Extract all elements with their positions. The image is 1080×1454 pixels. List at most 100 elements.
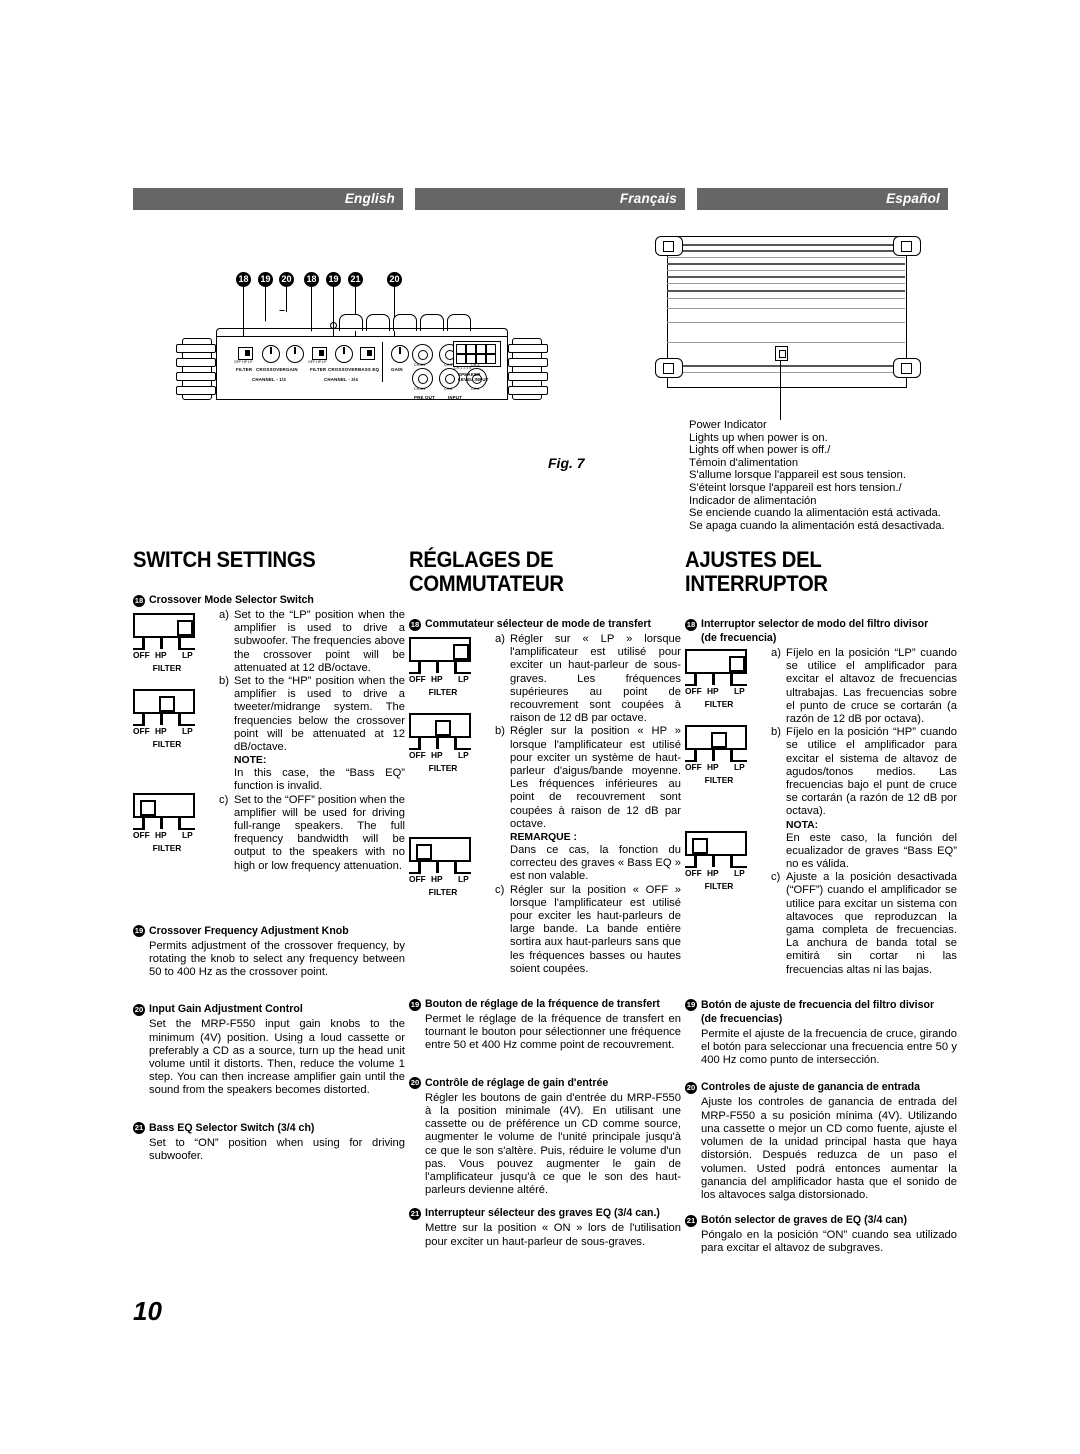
switch-label-hp: HP bbox=[707, 686, 719, 696]
crossover-knob-ch12[interactable] bbox=[262, 345, 280, 363]
switch-figure-lp-english: OFF HP LP FILTER bbox=[133, 613, 211, 673]
label-channel-34: CHANNEL - 3/4 bbox=[324, 377, 358, 382]
item-19-english: 19 Crossover Frequency Adjustment Knob P… bbox=[133, 925, 405, 980]
label-bass-eq: BASS EQ bbox=[358, 367, 380, 372]
switch-label-off: OFF bbox=[685, 762, 702, 772]
label-filter-positions-ch34: OFF HP LP bbox=[308, 360, 327, 364]
label-pre-out: PRE OUT bbox=[414, 395, 435, 400]
language-tab-espanol: Español bbox=[697, 188, 948, 210]
bullet-a-francais: a) Régler sur « LP » lorsque l'amplifica… bbox=[495, 633, 681, 725]
switch-figure-stack-espanol: OFF HP LP FILTER OFF HP LP FILTER OFF HP… bbox=[685, 647, 769, 893]
crossover-knob-ch34[interactable] bbox=[335, 345, 353, 363]
switch-label-hp: HP bbox=[431, 674, 443, 684]
bullet-b-english: b) Set to the “HP” position when the amp… bbox=[219, 675, 405, 754]
label-jack-ch3: CH-3 bbox=[471, 363, 480, 367]
gain-knob-ch12[interactable] bbox=[286, 345, 304, 363]
column-espanol: AJUSTES DEL INTERRUPTOR 18 Interruptor s… bbox=[685, 548, 957, 1260]
item-18-espanol: 18 Interruptor selector de modo del filt… bbox=[685, 618, 957, 977]
item-21-heading-espanol: 21 Botón selector de graves de EQ (3/4 c… bbox=[685, 1214, 908, 1227]
rca-jack-ch34-preout-top[interactable] bbox=[412, 344, 433, 365]
switch-figure-off-francais: OFF HP LP FILTER bbox=[409, 837, 487, 897]
note-label-espanol: NOTA: bbox=[786, 819, 819, 831]
callout-19-a: 19 bbox=[258, 272, 273, 287]
label-jack-ch2: CH-2 bbox=[444, 387, 453, 391]
item-18-subheading-espanol: (de frecuencia) bbox=[701, 632, 777, 644]
item-19-heading-english: 19 Crossover Frequency Adjustment Knob bbox=[133, 924, 349, 938]
item-20-heading-english: 20 Input Gain Adjustment Control bbox=[133, 1003, 303, 1016]
switch-figure-lp-espanol: OFF HP LP FILTER bbox=[685, 649, 763, 709]
column-francais: RÉGLAGES DE COMMUTATEUR 18 Commutateur s… bbox=[409, 548, 681, 1253]
switch-label-off: OFF bbox=[409, 674, 426, 684]
bullet-c-espanol: c) Ajuste a la posición desactivada (“OF… bbox=[771, 871, 957, 976]
mount-foot-bottom-right bbox=[893, 358, 921, 378]
power-indicator-leader-line bbox=[780, 360, 782, 420]
item-20-english: 20 Input Gain Adjustment Control Set the… bbox=[133, 1003, 405, 1097]
item-number-badge: 19 bbox=[409, 998, 421, 1011]
item-number-badge: 20 bbox=[409, 1077, 421, 1090]
switch-label-lp: LP bbox=[458, 874, 469, 884]
switch-figure-stack-francais: OFF HP LP FILTER OFF HP LP FILTER OFF HP… bbox=[409, 633, 493, 899]
switch-label-filter: FILTER bbox=[704, 775, 734, 785]
filter-switch-ch12[interactable] bbox=[238, 347, 253, 360]
switch-label-hp: HP bbox=[707, 868, 719, 878]
label-speaker-level-input: SPEAKER LEVEL INPUT bbox=[458, 372, 489, 382]
item-number-badge: 21 bbox=[685, 1214, 697, 1227]
item-19-subheading-espanol: (de frecuencias) bbox=[701, 1012, 783, 1025]
gain-knob-ch34[interactable] bbox=[391, 345, 409, 363]
switch-label-off: OFF bbox=[409, 750, 426, 760]
fin-right-4 bbox=[508, 386, 548, 395]
switch-label-hp: HP bbox=[155, 830, 167, 840]
item-19-body-english: Permits adjustment of the crossover freq… bbox=[149, 939, 405, 979]
label-jack-ch34-bottom: CH-3/4 bbox=[414, 387, 426, 391]
item-21-body-francais: Mettre sur la position « ON » lors de l'… bbox=[425, 1222, 681, 1248]
switch-label-lp: LP bbox=[734, 868, 745, 878]
note-text-espanol: En este caso, la función del ecualizador… bbox=[786, 831, 957, 871]
note-text-francais: Dans ce cas, la fonction du correcteu de… bbox=[510, 844, 681, 883]
label-channel-12: CHANNEL - 1/2 bbox=[252, 377, 286, 382]
fin-left-1 bbox=[176, 344, 216, 353]
mount-foot-top-left bbox=[655, 236, 683, 256]
label-jack-ch34-top: CH-3/4 bbox=[414, 363, 426, 367]
item-number-badge: 18 bbox=[685, 618, 697, 631]
label-input: INPUT bbox=[448, 395, 463, 400]
section-title-francais: RÉGLAGES DE COMMUTATEUR bbox=[409, 547, 564, 596]
rca-jack-ch2-input[interactable] bbox=[439, 368, 460, 389]
item-number-badge: 19 bbox=[133, 925, 145, 938]
note-text-english: In this case, the “Bass EQ” function is … bbox=[234, 767, 405, 793]
switch-label-hp: HP bbox=[707, 762, 719, 772]
switch-figure-hp-english: OFF HP LP FILTER bbox=[133, 689, 211, 749]
language-tab-english: English bbox=[133, 188, 403, 210]
panel-divider bbox=[382, 342, 383, 382]
switch-label-off: OFF bbox=[409, 874, 426, 884]
item-19-body-espanol: Permite el ajuste de la frecuencia de cr… bbox=[701, 1027, 957, 1067]
switch-illustration-block-espanol: OFF HP LP FILTER OFF HP LP FILTER OFF HP… bbox=[685, 647, 957, 977]
switch-label-off: OFF bbox=[133, 650, 150, 660]
item-18-prose-francais: a) Régler sur « LP » lorsque l'amplifica… bbox=[495, 633, 681, 976]
power-indicator-note: Power Indicator Lights up when power is … bbox=[689, 419, 945, 532]
callout-18-a: 18 bbox=[236, 272, 251, 287]
manual-page: English Français Español 18 19 20 18 19 … bbox=[0, 0, 1080, 1454]
item-19-espanol: 19 Botón de ajuste de frecuencia del fil… bbox=[685, 999, 957, 1068]
rca-jack-ch34-preout-bottom[interactable] bbox=[412, 368, 433, 389]
item-21-body-espanol: Póngalo en la posición “ON” cuando sea u… bbox=[701, 1229, 957, 1255]
item-18-prose-espanol: a) Fíjelo en la posición “LP” cuando se … bbox=[771, 647, 957, 977]
filter-switch-ch34[interactable] bbox=[312, 347, 327, 360]
switch-label-lp: LP bbox=[458, 674, 469, 684]
item-18-english: 18 Crossover Mode Selector Switch OFF HP… bbox=[133, 594, 405, 873]
note-label-francais: REMARQUE : bbox=[510, 832, 577, 844]
bullet-c-english: c) Set to the “OFF” position when the am… bbox=[219, 793, 406, 872]
bass-eq-switch[interactable] bbox=[360, 347, 375, 360]
switch-label-hp: HP bbox=[431, 874, 443, 884]
item-19-heading-francais: 19 Bouton de réglage de la fréquence de … bbox=[409, 998, 660, 1011]
figure-caption: Fig. 7 bbox=[548, 455, 585, 471]
item-21-body-english: Set to “ON” position when using for driv… bbox=[149, 1136, 405, 1162]
switch-label-lp: LP bbox=[458, 750, 469, 760]
callout-19-b: 19 bbox=[326, 272, 341, 287]
label-gain-ch34: GAIN bbox=[391, 367, 403, 372]
callout-20-b: 20 bbox=[387, 272, 402, 287]
switch-label-hp: HP bbox=[155, 650, 167, 660]
item-number-badge: 21 bbox=[133, 1122, 145, 1135]
item-21-english: 21 Bass EQ Selector Switch (3/4 ch) Set … bbox=[133, 1122, 405, 1163]
item-18-heading-espanol: 18 Interruptor selector de modo del filt… bbox=[685, 618, 929, 631]
switch-label-filter: FILTER bbox=[152, 739, 182, 749]
